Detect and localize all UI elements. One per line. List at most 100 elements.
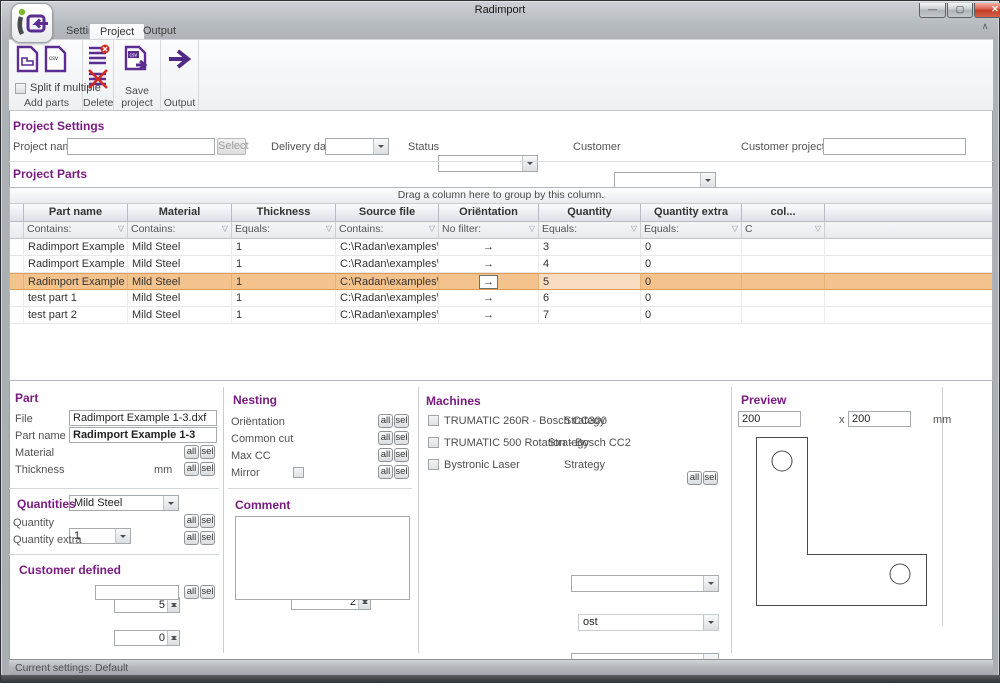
quantity-all-button[interactable]: all bbox=[184, 514, 199, 528]
filter-quantity[interactable]: Equals:▽ bbox=[539, 222, 641, 239]
filter-icon[interactable]: ▽ bbox=[326, 224, 332, 233]
machine-1-strategy-combo[interactable] bbox=[571, 575, 719, 592]
machine-1-checkbox[interactable] bbox=[428, 415, 439, 426]
cell-material[interactable]: Mild Steel bbox=[128, 273, 232, 290]
comment-textarea[interactable] bbox=[235, 516, 410, 600]
machines-sel-button[interactable]: sel bbox=[703, 471, 718, 485]
cell-col[interactable] bbox=[742, 290, 825, 307]
cell-quantity[interactable]: 4 bbox=[539, 256, 641, 273]
machines-all-button[interactable]: all bbox=[687, 471, 702, 485]
group-by-bar[interactable]: Drag a column here to group by this colu… bbox=[10, 188, 992, 204]
cell-quantity-extra[interactable]: 0 bbox=[641, 239, 742, 256]
machine-2-strategy-combo[interactable]: ost bbox=[578, 614, 719, 631]
filter-icon[interactable]: ▽ bbox=[529, 224, 535, 233]
cell-orientation[interactable]: → bbox=[439, 273, 539, 290]
cell-col[interactable] bbox=[742, 273, 825, 290]
cell-source-file[interactable]: C:\Radan\examples\Tutori... bbox=[336, 290, 439, 307]
filter-quantity-extra[interactable]: Equals:▽ bbox=[641, 222, 742, 239]
split-if-multiple-checkbox[interactable] bbox=[15, 83, 26, 94]
minimize-button[interactable]: — bbox=[919, 3, 946, 18]
cell-quantity-extra[interactable]: 0 bbox=[641, 273, 742, 290]
part-name-input[interactable] bbox=[69, 427, 217, 443]
material-combo[interactable]: Mild Steel bbox=[69, 495, 179, 511]
cell-source-file[interactable]: C:\Radan\examples\Tutori... bbox=[336, 307, 439, 324]
cell-orientation[interactable]: → bbox=[439, 239, 539, 256]
table-row[interactable]: Radimport Example 1-3Mild Steel1C:\Radan… bbox=[10, 273, 992, 290]
dropdown-arrow[interactable] bbox=[163, 496, 178, 510]
quantity-extra-stepper[interactable]: 0 bbox=[114, 630, 180, 646]
row-selector[interactable] bbox=[10, 239, 24, 256]
cell-quantity[interactable]: 3 bbox=[539, 239, 641, 256]
filter-icon[interactable]: ▽ bbox=[222, 224, 228, 233]
tab-output[interactable]: Output bbox=[133, 23, 186, 40]
cell-filler[interactable] bbox=[825, 290, 992, 307]
quantity-sel-button[interactable]: sel bbox=[200, 514, 215, 528]
row-selector[interactable] bbox=[10, 256, 24, 273]
cell-quantity[interactable]: 5 bbox=[539, 273, 641, 290]
add-part-file-icon[interactable] bbox=[15, 45, 41, 78]
max-cc-sel-button[interactable]: sel bbox=[394, 448, 409, 462]
table-row[interactable]: Radimport Example 1-2Mild Steel1C:\Radan… bbox=[10, 256, 992, 273]
customer-defined-sel-button[interactable]: sel bbox=[200, 585, 215, 599]
maximize-button[interactable]: ▢ bbox=[947, 3, 973, 18]
table-row[interactable]: test part 1Mild Steel1C:\Radan\examples\… bbox=[10, 290, 992, 307]
cell-material[interactable]: Mild Steel bbox=[128, 307, 232, 324]
thickness-sel-button[interactable]: sel bbox=[200, 462, 215, 476]
dropdown-arrow[interactable] bbox=[703, 576, 718, 591]
cell-filler[interactable] bbox=[825, 256, 992, 273]
dropdown-arrow[interactable] bbox=[115, 529, 130, 543]
customer-project-input[interactable] bbox=[823, 138, 966, 155]
cell-material[interactable]: Mild Steel bbox=[128, 239, 232, 256]
delivery-date-combo[interactable] bbox=[325, 138, 389, 155]
cell-material[interactable]: Mild Steel bbox=[128, 290, 232, 307]
dropdown-arrow[interactable] bbox=[373, 139, 388, 154]
filter-icon[interactable]: ▽ bbox=[631, 224, 637, 233]
cell-thickness[interactable]: 1 bbox=[232, 290, 336, 307]
cell-part-name[interactable]: test part 2 bbox=[24, 307, 128, 324]
spinner-arrows-icon[interactable] bbox=[167, 598, 179, 612]
machine-2-checkbox[interactable] bbox=[428, 437, 439, 448]
cell-quantity[interactable]: 6 bbox=[539, 290, 641, 307]
material-all-button[interactable]: all bbox=[184, 445, 199, 459]
cell-part-name[interactable]: Radimport Example 1-3 bbox=[24, 273, 128, 290]
header-source-file[interactable]: Source file bbox=[336, 204, 439, 222]
app-logo[interactable] bbox=[11, 3, 53, 43]
material-sel-button[interactable]: sel bbox=[200, 445, 215, 459]
customer-defined-input[interactable] bbox=[95, 585, 179, 600]
filter-col[interactable]: C▽ bbox=[742, 222, 825, 239]
save-project-icon[interactable]: csv bbox=[124, 45, 152, 80]
max-cc-all-button[interactable]: all bbox=[378, 448, 393, 462]
row-selector[interactable] bbox=[10, 307, 24, 324]
cell-orientation[interactable]: → bbox=[439, 290, 539, 307]
output-arrow-icon[interactable] bbox=[168, 48, 194, 75]
filter-part-name[interactable]: Contains:▽ bbox=[24, 222, 128, 239]
cell-material[interactable]: Mild Steel bbox=[128, 256, 232, 273]
cell-quantity-extra[interactable]: 0 bbox=[641, 290, 742, 307]
spinner-arrows-icon[interactable] bbox=[167, 631, 179, 645]
file-input[interactable] bbox=[69, 410, 217, 426]
customer-defined-all-button[interactable]: all bbox=[184, 585, 199, 599]
cell-part-name[interactable]: Radimport Example 1-2 bbox=[24, 256, 128, 273]
cell-orientation[interactable]: → bbox=[439, 307, 539, 324]
cell-thickness[interactable]: 1 bbox=[232, 239, 336, 256]
mirror-all-button[interactable]: all bbox=[378, 465, 393, 479]
cell-thickness[interactable]: 1 bbox=[232, 256, 336, 273]
dropdown-arrow[interactable] bbox=[703, 615, 718, 630]
cell-part-name[interactable]: Radimport Example 1-1 bbox=[24, 239, 128, 256]
mirror-sel-button[interactable]: sel bbox=[394, 465, 409, 479]
select-button[interactable]: Select bbox=[217, 138, 246, 155]
preview-height-input[interactable] bbox=[848, 411, 911, 427]
header-quantity[interactable]: Quantity bbox=[539, 204, 641, 222]
cell-orientation[interactable]: → bbox=[439, 256, 539, 273]
orientation-all-button[interactable]: all bbox=[378, 414, 393, 428]
filter-icon[interactable]: ▽ bbox=[732, 224, 738, 233]
status-combo[interactable] bbox=[438, 155, 538, 172]
quantity-extra-all-button[interactable]: all bbox=[184, 531, 199, 545]
thickness-all-button[interactable]: all bbox=[184, 462, 199, 476]
filter-orientation[interactable]: No filter:▽ bbox=[439, 222, 539, 239]
cell-quantity[interactable]: 7 bbox=[539, 307, 641, 324]
header-quantity-extra[interactable]: Quantity extra bbox=[641, 204, 742, 222]
cell-col[interactable] bbox=[742, 239, 825, 256]
filter-icon[interactable]: ▽ bbox=[118, 224, 124, 233]
machine-3-checkbox[interactable] bbox=[428, 459, 439, 470]
